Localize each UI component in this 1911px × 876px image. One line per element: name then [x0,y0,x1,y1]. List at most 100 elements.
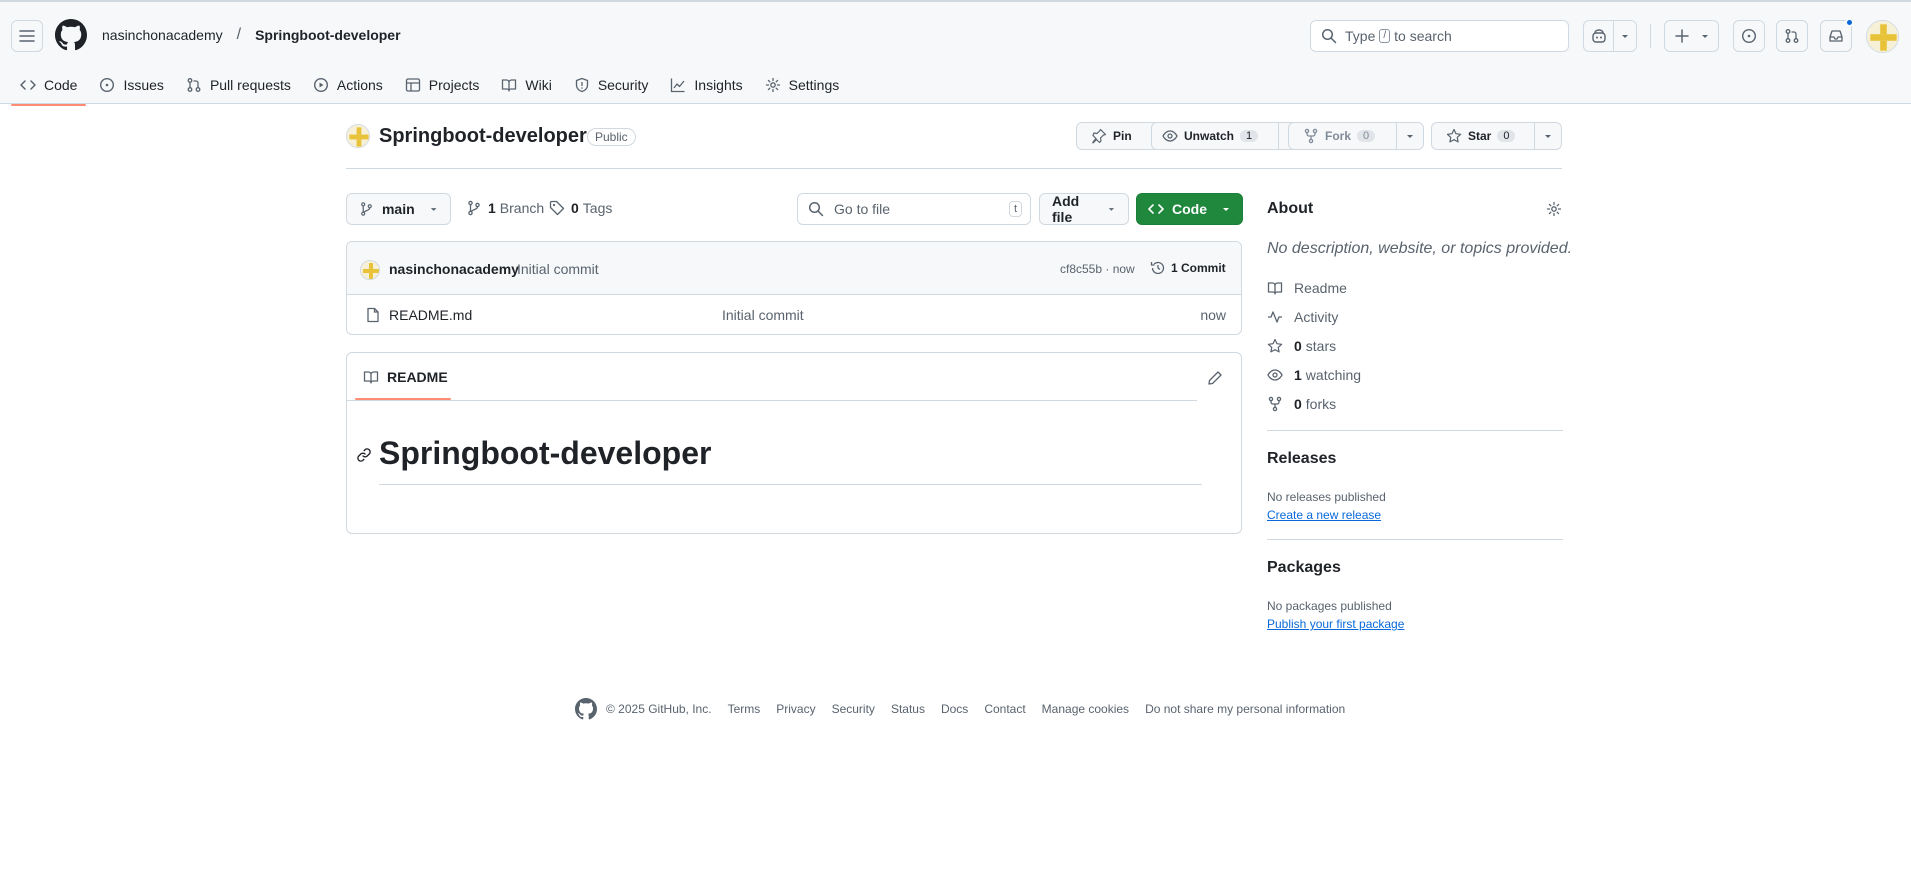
branch-selector[interactable]: main [346,193,451,225]
footer-link-do-not-share[interactable]: Do not share my personal information [1145,702,1345,716]
activity-link[interactable]: Activity [1267,309,1338,325]
fork-dropdown[interactable] [1397,123,1423,149]
pull-requests-button[interactable] [1776,20,1808,52]
tab-label: Actions [336,77,383,93]
stars-link[interactable]: 0 stars [1267,338,1336,354]
readme-tab[interactable]: README [363,369,448,385]
book-icon [363,371,379,384]
tab-settings[interactable]: Settings [756,68,849,102]
tab-label: Wiki [525,77,552,93]
user-avatar[interactable] [1866,20,1899,53]
star-dropdown[interactable] [1535,123,1561,149]
tags-link[interactable]: 0 Tags [549,200,612,216]
tab-projects[interactable]: Projects [396,68,489,102]
eye-icon [1162,130,1178,142]
tab-security[interactable]: Security [565,68,658,102]
footer-link-docs[interactable]: Docs [941,702,968,716]
stars-label: stars [1305,338,1337,354]
github-logo-icon[interactable] [55,19,87,51]
star-label: Star [1468,129,1492,143]
chevron-down-icon [1701,35,1708,38]
commit-author[interactable]: nasinchonacademy [389,261,519,277]
commit-history-link[interactable]: 1 Commit [1150,260,1226,276]
commit-author-avatar[interactable] [360,260,380,280]
go-to-file-input[interactable]: Go to file t [797,193,1031,225]
commit-sha-time[interactable]: cf8c55b · now [1060,262,1135,276]
branch-toolbar: main 1 Branch 0 Tags Go to file t Add fi… [346,193,1243,225]
publish-package-link[interactable]: Publish your first package [1267,617,1404,631]
owner-link[interactable]: nasinchonacademy [102,27,223,43]
readme-panel: README Springboot-developer [346,352,1242,534]
releases-empty-text: No releases published [1267,490,1386,504]
packages-empty-text: No packages published [1267,599,1392,613]
star-count: 0 [1497,130,1516,142]
footer-link-contact[interactable]: Contact [984,702,1025,716]
tab-issues[interactable]: Issues [90,68,172,102]
commit-message[interactable]: Initial commit [517,261,599,277]
search-placeholder-prefix: Type [1345,28,1376,44]
watching-label: watching [1305,367,1362,383]
forks-link[interactable]: 0 forks [1267,396,1336,412]
footer-link-manage-cookies[interactable]: Manage cookies [1042,702,1129,716]
tab-code[interactable]: Code [11,68,87,106]
tab-pull-requests[interactable]: Pull requests [177,68,300,102]
inbox-button[interactable] [1820,18,1854,52]
code-button[interactable]: Code [1136,193,1243,225]
readme-divider [347,400,1197,401]
notification-dot [1845,18,1854,27]
sidebar-divider [1267,539,1563,540]
footer-link-status[interactable]: Status [891,702,925,716]
watchers-link[interactable]: 1 watching [1267,367,1361,383]
book-icon [1267,282,1283,295]
fork-button[interactable]: Fork 0 [1288,122,1424,150]
pencil-icon [1208,371,1222,385]
github-logo-icon[interactable] [575,698,597,720]
branches-link[interactable]: 1 Branch [466,200,544,216]
branch-count: 1 [488,200,496,216]
link-icon[interactable] [356,447,372,463]
heading-rule [379,484,1202,485]
add-file-button[interactable]: Add file [1039,193,1129,225]
chevron-down-icon [1545,135,1551,138]
graph-icon [671,78,685,93]
repo-link[interactable]: Springboot-developer [255,27,400,43]
branch-count-label: Branch [499,200,545,216]
tab-wiki[interactable]: Wiki [492,68,560,102]
issues-button[interactable] [1733,20,1765,52]
footer-link-security[interactable]: Security [832,702,875,716]
packages-title[interactable]: Packages [1267,559,1341,577]
file-name-link[interactable]: README.md [389,307,472,323]
repo-owner-avatar[interactable] [346,124,370,148]
gear-icon [765,77,780,93]
footer-link-privacy[interactable]: Privacy [776,702,815,716]
readme-tab-label: README [387,369,448,385]
search-input[interactable]: Type / to search [1310,20,1569,52]
footer-copyright: © 2025 GitHub, Inc. [606,702,712,716]
watching-count: 1 [1294,367,1302,383]
file-commit-message[interactable]: Initial commit [722,307,804,323]
menu-button[interactable] [11,20,43,52]
create-release-link[interactable]: Create a new release [1267,508,1381,522]
hamburger-icon [19,30,35,42]
code-button-label: Code [1172,201,1207,217]
repo-name[interactable]: Springboot-developer [379,125,587,148]
latest-commit-bar: nasinchonacademy Initial commit cf8c55b … [347,242,1241,295]
copilot-button[interactable] [1583,20,1637,52]
search-icon [1321,28,1337,44]
pin-button[interactable]: Pin [1076,122,1162,150]
tab-insights[interactable]: Insights [661,68,751,102]
file-browser: nasinchonacademy Initial commit cf8c55b … [346,241,1242,335]
readme-link[interactable]: Readme [1267,280,1347,296]
star-button[interactable]: Star 0 [1431,122,1562,150]
tag-icon [549,200,565,216]
footer-link-terms[interactable]: Terms [728,702,761,716]
edit-readme-button[interactable] [1202,365,1228,391]
watch-button[interactable]: Unwatch 1 [1151,122,1306,150]
table-row[interactable]: README.md Initial commit now [347,295,1241,334]
copilot-icon [1592,29,1606,43]
releases-title[interactable]: Releases [1267,450,1336,468]
pulse-icon [1268,311,1282,323]
gear-icon[interactable] [1546,201,1562,217]
create-new-button[interactable] [1664,20,1719,52]
tab-actions[interactable]: Actions [304,68,392,102]
